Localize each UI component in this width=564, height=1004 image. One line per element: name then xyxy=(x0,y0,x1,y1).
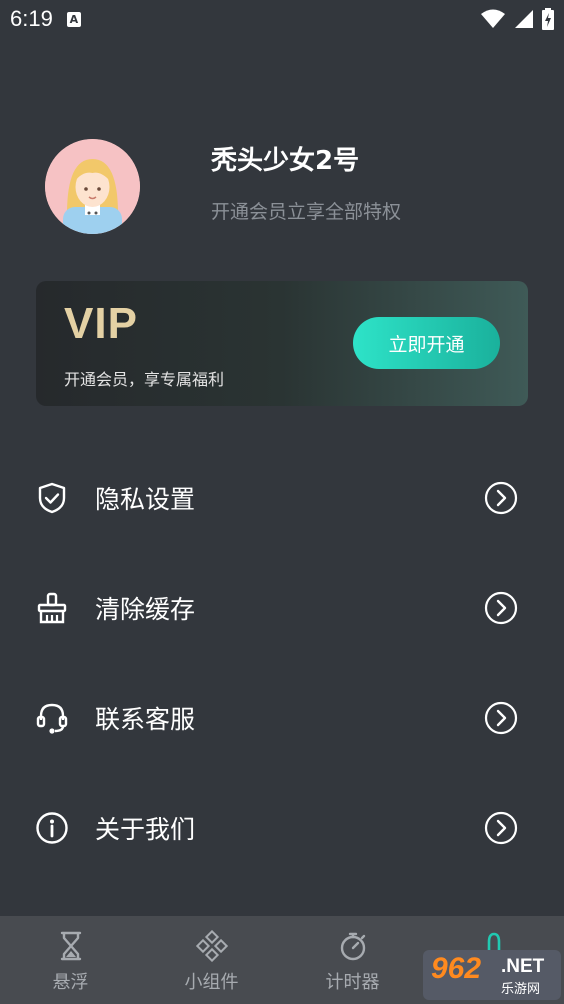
tab-label-timer: 计时器 xyxy=(325,972,380,993)
username: 秃头少女2号 xyxy=(211,146,360,176)
avatar[interactable] xyxy=(45,138,140,234)
vip-card[interactable]: VIP 开通会员，享专属福利 立即开通 xyxy=(36,281,528,406)
wifi-icon xyxy=(481,9,505,28)
status-right xyxy=(480,8,554,30)
chevron-right-circle-icon[interactable] xyxy=(484,591,518,625)
menu-item-about-us[interactable]: 关于我们 xyxy=(0,773,564,883)
stopwatch-icon xyxy=(340,932,365,961)
notification-a-icon: A xyxy=(66,11,81,27)
watermark-number: 962 xyxy=(431,952,482,985)
watermark-domain: .NET xyxy=(501,956,545,977)
chevron-right-circle-icon[interactable] xyxy=(484,481,518,515)
headset-icon xyxy=(36,703,68,734)
tab-widgets[interactable]: 小组件 xyxy=(141,916,282,1004)
hourglass-icon xyxy=(60,931,81,961)
tab-timer[interactable]: 计时器 xyxy=(282,916,423,1004)
vip-description: 开通会员，享专属福利 xyxy=(64,370,225,389)
status-time: 6:19 xyxy=(10,6,53,31)
widgets-icon xyxy=(195,930,228,962)
info-icon xyxy=(36,812,68,844)
tab-label-widgets: 小组件 xyxy=(184,972,239,993)
menu-label-customer-service: 联系客服 xyxy=(95,705,196,734)
menu-item-privacy[interactable]: 隐私设置 xyxy=(0,443,564,553)
vip-activate-button[interactable]: 立即开通 xyxy=(353,317,500,369)
vip-title: VIP xyxy=(64,299,138,348)
menu-label-privacy: 隐私设置 xyxy=(95,485,196,514)
status-left: 6:19 A xyxy=(10,6,81,32)
menu-label-clear-cache: 清除缓存 xyxy=(95,595,196,624)
status-bar: 6:19 A xyxy=(0,0,564,38)
battery-icon xyxy=(542,8,554,30)
tab-label-float: 悬浮 xyxy=(52,972,89,993)
tab-float[interactable]: 悬浮 xyxy=(0,916,141,1004)
chevron-right-circle-icon[interactable] xyxy=(484,811,518,845)
girl-avatar-icon xyxy=(45,138,140,234)
profile-subtitle: 开通会员立享全部特权 xyxy=(211,201,402,223)
chevron-right-circle-icon[interactable] xyxy=(484,701,518,735)
profile-header[interactable]: 秃头少女2号 开通会员立享全部特权 xyxy=(45,136,525,236)
menu-label-about-us: 关于我们 xyxy=(95,815,196,844)
watermark-logo: 962 .NET 乐游网 xyxy=(423,950,561,1000)
profile-text: 秃头少女2号 开通会员立享全部特权 xyxy=(211,146,402,224)
watermark-chinese: 乐游网 xyxy=(501,982,541,997)
signal-icon xyxy=(515,10,533,28)
menu-item-clear-cache[interactable]: 清除缓存 xyxy=(0,553,564,663)
menu-item-customer-service[interactable]: 联系客服 xyxy=(0,663,564,773)
brush-icon xyxy=(37,592,67,624)
shield-icon xyxy=(38,482,66,514)
